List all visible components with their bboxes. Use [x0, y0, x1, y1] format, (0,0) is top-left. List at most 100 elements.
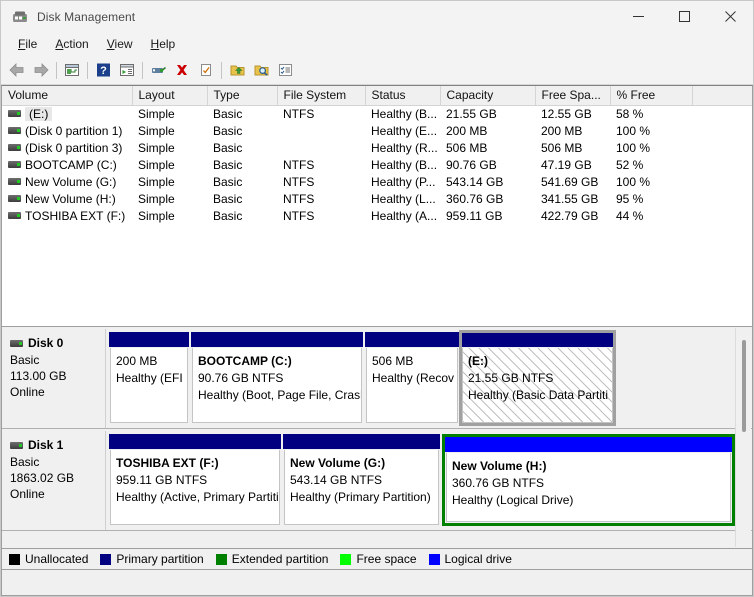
table-row[interactable]: TOSHIBA EXT (F:) Simple Basic NTFS Healt… — [2, 208, 752, 225]
volume-label: (Disk 0 partition 1) — [25, 124, 123, 138]
column-header-type[interactable]: Type — [207, 86, 278, 106]
partition-status: Healthy (Basic Data Partiti — [468, 388, 609, 402]
scrollbar-thumb[interactable] — [742, 340, 746, 432]
disk-icon — [10, 339, 23, 347]
cell-type: Basic — [213, 124, 243, 138]
cell-volume: (Disk 0 partition 1) — [2, 123, 132, 140]
rescan-disks-icon[interactable] — [146, 58, 170, 82]
menu-view-label: V — [106, 37, 115, 51]
partition-disk0-bootcamp-c[interactable]: BOOTCAMP (C:) 90.76 GB NTFS Healthy (Boo… — [191, 332, 363, 424]
table-row[interactable]: BOOTCAMP (C:) Simple Basic NTFS Healthy … — [2, 157, 752, 174]
cell-capacity: 200 MB — [446, 124, 488, 138]
minimize-button[interactable] — [615, 1, 661, 32]
menu-help[interactable]: Help — [142, 34, 185, 54]
partition-color-bar — [191, 332, 363, 347]
table-row[interactable]: (Disk 0 partition 3) Simple Basic Health… — [2, 140, 752, 157]
partition-disk1-new-volume-h[interactable]: New Volume (H:) 360.76 GB NTFS Healthy (… — [442, 434, 735, 526]
volume-label: (Disk 0 partition 3) — [25, 141, 123, 155]
cell-blank — [692, 174, 752, 191]
help-icon[interactable]: ? — [91, 58, 115, 82]
legend-item-primary-partition: Primary partition — [100, 552, 204, 566]
delete-icon[interactable] — [170, 58, 194, 82]
volume-label: TOSHIBA EXT (F:) — [25, 209, 126, 223]
partition-disk0-recovery[interactable]: 506 MB Healthy (Recov — [365, 332, 459, 424]
menu-view[interactable]: View — [98, 34, 142, 54]
partition-disk0-efi[interactable]: 200 MB Healthy (EFI — [109, 332, 189, 424]
cell-volume: (E:) — [2, 106, 132, 124]
title-bar: Disk Management — [1, 1, 753, 32]
show-hide-console-tree-icon[interactable] — [115, 58, 139, 82]
table-row[interactable]: (E:) Simple Basic NTFS Healthy (B... 21.… — [2, 106, 752, 124]
table-row[interactable]: (Disk 0 partition 1) Simple Basic Health… — [2, 123, 752, 140]
export-list-icon[interactable] — [225, 58, 249, 82]
cell-percent-free: 100 % — [616, 124, 651, 138]
column-header-capacity[interactable]: Capacity — [440, 86, 536, 106]
partition-name: New Volume (H:) — [452, 459, 547, 473]
back-icon[interactable] — [5, 58, 29, 82]
cell-volume: TOSHIBA EXT (F:) — [2, 208, 132, 225]
partition-disk0-e[interactable]: (E:) 21.55 GB NTFS Healthy (Basic Data P… — [459, 330, 616, 426]
legend-swatch-unallocated — [9, 553, 20, 565]
close-button[interactable] — [707, 1, 753, 32]
partition-disk1-new-volume-g[interactable]: New Volume (G:) 543.14 GB NTFS Healthy (… — [283, 434, 440, 526]
toolbar-separator — [142, 61, 143, 79]
legend-item-unallocated: Unallocated — [9, 552, 88, 566]
partition-disk1-toshiba-ext-f[interactable]: TOSHIBA EXT (F:) 959.11 GB NTFS Healthy … — [109, 434, 281, 526]
column-header-percent-free[interactable]: % Free — [610, 86, 693, 106]
partition-size-fs: 959.11 GB NTFS — [116, 473, 208, 487]
graphical-view-scrollbar[interactable] — [735, 328, 751, 547]
volume-list-body: (E:) Simple Basic NTFS Healthy (B... 21.… — [2, 106, 752, 226]
menu-file-rest: ile — [25, 37, 38, 51]
cell-file-system — [277, 140, 365, 157]
cell-layout: Simple — [138, 124, 175, 138]
partition-status: Healthy (Recov — [372, 371, 455, 385]
up-one-level-icon[interactable] — [60, 58, 84, 82]
search-folder-icon[interactable] — [249, 58, 273, 82]
disk-row-1: Disk 1 Basic 1863.02 GB Online TOSHIBA E… — [2, 429, 752, 531]
partition-body: BOOTCAMP (C:) 90.76 GB NTFS Healthy (Boo… — [192, 348, 362, 423]
cell-percent-free: 52 % — [616, 158, 644, 172]
disk-info-1[interactable]: Disk 1 Basic 1863.02 GB Online — [2, 431, 106, 530]
cell-free-space: 541.69 GB — [541, 175, 599, 189]
cell-free-space: 47.19 GB — [541, 158, 592, 172]
column-header-volume[interactable]: Volume — [2, 86, 133, 106]
table-row[interactable]: New Volume (G:) Simple Basic NTFS Health… — [2, 174, 752, 191]
column-header-status[interactable]: Status — [365, 86, 441, 106]
legend-item-free-space: Free space — [340, 552, 417, 566]
forward-icon[interactable] — [29, 58, 53, 82]
volume-icon — [8, 127, 21, 134]
volume-label: BOOTCAMP (C:) — [25, 158, 117, 172]
disk-1-state: Online — [10, 487, 45, 501]
partition-status: Healthy (Primary Partition) — [290, 490, 431, 504]
cell-volume: (Disk 0 partition 3) — [2, 140, 132, 157]
cell-percent-free: 100 % — [616, 141, 651, 155]
disk-0-size: 113.00 GB — [10, 369, 67, 383]
partition-name: New Volume (G:) — [290, 456, 386, 470]
column-header-blank[interactable] — [692, 86, 752, 106]
legend-label-free-space: Free space — [356, 552, 417, 566]
graphical-view-pane[interactable]: Disk 0 Basic 113.00 GB Online 200 MB Hea… — [1, 327, 753, 549]
disk-info-0[interactable]: Disk 0 Basic 113.00 GB Online — [2, 329, 106, 428]
window-title: Disk Management — [37, 9, 136, 24]
cell-free-space: 12.55 GB — [541, 107, 592, 121]
maximize-button[interactable] — [661, 1, 707, 32]
menu-file[interactable]: File — [9, 34, 46, 54]
column-header-free-space[interactable]: Free Spa... — [535, 86, 611, 106]
cell-file-system: NTFS — [283, 175, 315, 189]
volume-list-pane[interactable]: Volume Layout Type File System Status Ca… — [1, 85, 753, 327]
cell-percent-free: 44 % — [616, 209, 644, 223]
cell-type: Basic — [213, 158, 243, 172]
disk-1-partitions: TOSHIBA EXT (F:) 959.11 GB NTFS Healthy … — [106, 431, 752, 530]
properties-doc-icon[interactable] — [194, 58, 218, 82]
detail-view-icon[interactable] — [273, 58, 297, 82]
column-header-layout[interactable]: Layout — [132, 86, 208, 106]
table-row[interactable]: New Volume (H:) Simple Basic NTFS Health… — [2, 191, 752, 208]
cell-status: Healthy (R... — [371, 141, 438, 155]
cell-volume: New Volume (G:) — [2, 174, 132, 191]
disk-management-icon — [12, 9, 28, 25]
cell-capacity: 543.14 GB — [446, 175, 504, 189]
menu-action[interactable]: Action — [46, 34, 97, 54]
partition-body: New Volume (G:) 543.14 GB NTFS Healthy (… — [284, 450, 439, 525]
column-header-file-system[interactable]: File System — [277, 86, 366, 106]
cell-file-system — [277, 123, 365, 140]
